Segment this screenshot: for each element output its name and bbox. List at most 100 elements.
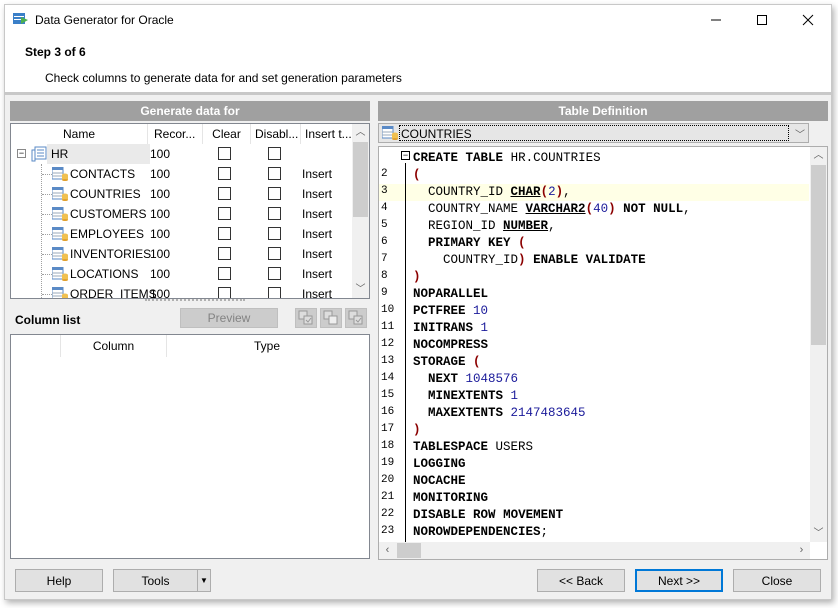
clear-checkbox[interactable] [218,187,231,200]
scroll-up-icon[interactable]: ︿ [810,147,827,164]
column-header-records[interactable]: Recor... [148,124,203,144]
editor-vertical-scrollbar[interactable]: ︿ ﹀ [810,147,827,542]
code-line[interactable]: 8) [379,269,809,286]
tree-table-row[interactable]: LOCATIONS 100 Insert [11,264,351,284]
scroll-left-icon[interactable]: ‹ [379,542,396,559]
records-value[interactable]: 100 [150,247,170,261]
tree-table-row[interactable]: CUSTOMERS 100 Insert [11,204,351,224]
column-header-name[interactable]: Name [11,124,148,144]
check-all-button[interactable] [295,308,317,328]
clear-checkbox[interactable] [218,267,231,280]
chevron-down-icon[interactable]: ﹀ [795,126,805,141]
scrollbar-thumb[interactable] [353,142,368,217]
tree-table-row[interactable]: ORDER_ITEMS 100 Insert [11,284,351,298]
close-button[interactable]: Close [733,569,821,592]
disable-checkbox[interactable] [268,287,281,298]
tree-vertical-scrollbar[interactable]: ︿ ﹀ [352,124,369,298]
records-value[interactable]: 100 [150,267,170,281]
column-header-check[interactable] [11,335,61,357]
tree-table-row[interactable]: INVENTORIES 100 Insert [11,244,351,264]
panel-splitter[interactable] [145,299,245,303]
tree-table-row[interactable]: COUNTRIES 100 Insert [11,184,351,204]
records-value[interactable]: 100 [150,207,170,221]
clear-checkbox[interactable] [218,147,231,160]
insert-type-value[interactable]: Insert [302,207,332,221]
clear-checkbox[interactable] [218,167,231,180]
tools-button[interactable]: Tools [113,569,198,592]
column-header-insert-type[interactable]: Insert t... [301,124,351,144]
code-line[interactable]: 20 NOCACHE [379,473,809,490]
column-header-clear[interactable]: Clear [203,124,251,144]
help-button[interactable]: Help [15,569,103,592]
scrollbar-thumb[interactable] [811,165,826,345]
clear-checkbox[interactable] [218,207,231,220]
uncheck-all-button[interactable] [320,308,342,328]
code-line[interactable]: 17) [379,422,809,439]
scrollbar-thumb[interactable] [397,543,421,558]
table-select-dropdown[interactable]: COUNTRIES ﹀ [378,123,809,143]
sql-editor[interactable]: CREATE TABLE HR.COUNTRIES 2(3 COUNTRY_ID … [378,146,828,560]
code-line[interactable]: 4 COUNTRY_NAME VARCHAR2(40) NOT NULL, [379,201,809,218]
close-window-button[interactable] [785,5,831,35]
records-value[interactable]: 100 [150,287,170,298]
code-line[interactable]: 22 DISABLE ROW MOVEMENT [379,507,809,524]
records-value[interactable]: 100 [150,167,170,181]
insert-type-value[interactable]: Insert [302,267,332,281]
insert-type-value[interactable]: Insert [302,187,332,201]
code-line[interactable]: 13 STORAGE ( [379,354,809,371]
insert-type-value[interactable]: Insert [302,227,332,241]
tree-table-row[interactable]: EMPLOYEES 100 Insert [11,224,351,244]
disable-checkbox[interactable] [268,187,281,200]
disable-checkbox[interactable] [268,227,281,240]
code-line[interactable]: 10 PCTFREE 10 [379,303,809,320]
column-header-type[interactable]: Type [167,335,367,357]
code-line[interactable]: 12 NOCOMPRESS [379,337,809,354]
records-value[interactable]: 100 [150,227,170,241]
code-line[interactable]: 11 INITRANS 1 [379,320,809,337]
insert-type-value[interactable]: Insert [302,167,332,181]
disable-checkbox[interactable] [268,147,281,160]
code-line[interactable]: CREATE TABLE HR.COUNTRIES [379,150,809,167]
code-line[interactable]: 5 REGION_ID NUMBER, [379,218,809,235]
code-line[interactable]: 18 TABLESPACE USERS [379,439,809,456]
disable-checkbox[interactable] [268,247,281,260]
code-line[interactable]: 14 NEXT 1048576 [379,371,809,388]
records-value[interactable]: 100 [150,147,170,161]
scroll-right-icon[interactable]: › [793,542,810,559]
code-line[interactable]: 6 PRIMARY KEY ( [379,235,809,252]
code-line[interactable]: 2( [379,167,809,184]
disable-checkbox[interactable] [268,167,281,180]
fold-collapse-icon[interactable]: − [401,151,410,160]
insert-type-value[interactable]: Insert [302,287,332,298]
back-button[interactable]: << Back [537,569,625,592]
insert-type-value[interactable]: Insert [302,247,332,261]
tree-table-row[interactable]: CONTACTS 100 Insert [11,164,351,184]
code-line[interactable]: 15 MINEXTENTS 1 [379,388,809,405]
next-button[interactable]: Next >> [635,569,723,592]
column-header-disable[interactable]: Disabl... [251,124,301,144]
preview-button[interactable]: Preview [180,308,278,328]
code-line[interactable]: 23 NOROWDEPENDENCIES; [379,524,809,541]
scroll-down-icon[interactable]: ﹀ [810,525,827,542]
code-line[interactable]: 7 COUNTRY_ID) ENABLE VALIDATE [379,252,809,269]
records-value[interactable]: 100 [150,187,170,201]
code-line[interactable]: 9 NOPARALLEL [379,286,809,303]
maximize-button[interactable] [739,5,785,35]
invert-check-button[interactable] [345,308,367,328]
scroll-up-icon[interactable]: ︿ [352,124,369,141]
minimize-button[interactable] [693,5,739,35]
disable-checkbox[interactable] [268,207,281,220]
clear-checkbox[interactable] [218,227,231,240]
code-line[interactable]: 19 LOGGING [379,456,809,473]
clear-checkbox[interactable] [218,287,231,298]
editor-horizontal-scrollbar[interactable]: ‹ › [379,542,810,559]
code-line[interactable]: 16 MAXEXTENTS 2147483645 [379,405,809,422]
code-line[interactable]: 3 COUNTRY_ID CHAR(2), [379,184,809,201]
code-line[interactable]: 21 MONITORING [379,490,809,507]
clear-checkbox[interactable] [218,247,231,260]
tools-dropdown-button[interactable]: ▼ [197,569,211,592]
disable-checkbox[interactable] [268,267,281,280]
scroll-down-icon[interactable]: ﹀ [352,281,369,298]
collapse-icon[interactable]: − [17,149,26,158]
column-header-column[interactable]: Column [61,335,167,357]
